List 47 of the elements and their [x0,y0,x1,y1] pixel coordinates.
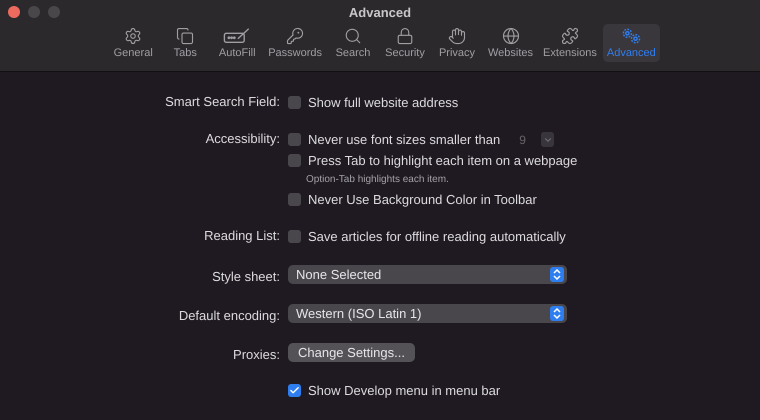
hand-icon [447,27,467,45]
checkbox[interactable] [288,133,301,146]
checkbox-label: Press Tab to highlight each item on a webpage [308,153,578,168]
gear-icon [123,27,144,45]
updown-icon [553,269,561,280]
setting-label: Accessibility: [204,130,280,148]
puzzle-icon [560,27,580,45]
lock-icon [395,27,415,45]
toolbar-tab[interactable]: Passwords [264,24,326,62]
checkbox[interactable] [288,230,301,243]
updown-icon [553,308,561,319]
toolbar-tab[interactable]: Privacy [432,24,482,62]
setting-label: Reading List: [203,227,280,245]
checkbox[interactable] [288,193,301,206]
setting-label: Proxies: [232,346,280,364]
toolbar-tab[interactable]: Websites [484,24,538,62]
zoom-button[interactable] [48,6,60,18]
hint-text: Option-Tab highlights each item. [305,173,450,187]
setting-label: Smart Search Field: [164,93,280,111]
toolbar-tab[interactable]: Advanced [602,24,660,62]
setting-label: Default encoding: [178,307,280,325]
setting-label: Style sheet: [211,268,280,286]
checkbox-label: Show full website address [308,95,458,110]
popup-menu[interactable]: None Selected [288,265,567,284]
key-icon [285,27,306,45]
checkbox-label: Never Use Background Color in Toolbar [308,192,537,207]
toolbar-tab[interactable]: AutoFill [212,24,262,62]
toolbar-tab[interactable]: General [108,24,158,62]
checkbox-label: Show Develop menu in menu bar [308,383,500,398]
checkbox[interactable] [288,154,301,167]
close-button[interactable] [8,6,20,18]
toolbar-tab[interactable]: Search [328,24,378,62]
toolbar-tab[interactable]: Extensions [539,24,601,62]
toolbar-tab[interactable]: Security [380,24,430,62]
toolbar-tab[interactable]: Tabs [160,24,210,62]
checkbox-label: Never use font sizes smaller than [308,132,500,147]
change-settings-button[interactable]: Change Settings... [288,343,415,362]
checkbox[interactable] [288,96,301,109]
minimize-button[interactable] [28,6,40,18]
checkbox-label: Save articles for offline reading automatically [308,229,566,244]
globe-icon [500,27,521,45]
tabs-icon [175,27,196,45]
search-icon [343,27,363,45]
window-title: Advanced [348,4,412,20]
popup-menu[interactable]: Western (ISO Latin 1) [288,304,567,323]
checkbox[interactable] [288,384,301,397]
font-size-value: 9 [518,132,527,146]
